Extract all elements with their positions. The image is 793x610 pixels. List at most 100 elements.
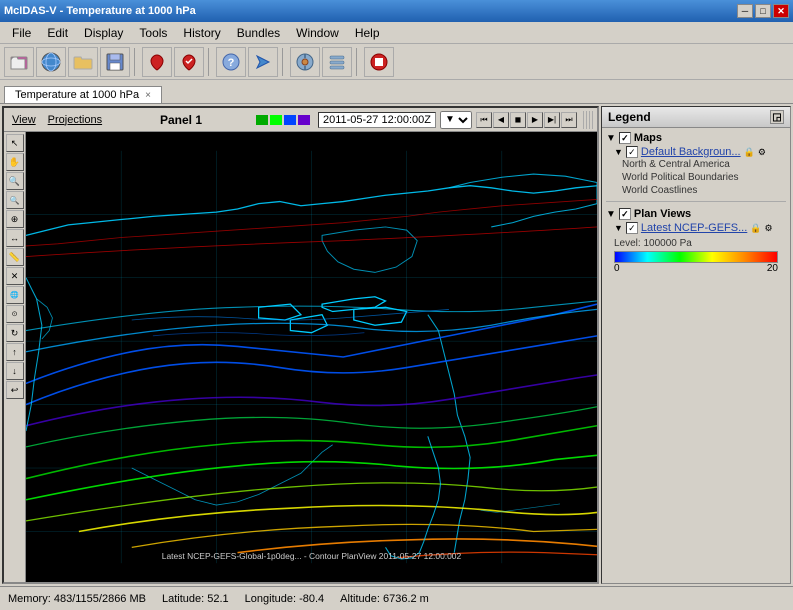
time-dropdown[interactable]: ▼ <box>440 111 472 129</box>
legend-header: Legend ◲ <box>602 107 790 128</box>
time-display[interactable]: 2011-05-27 12:00:00Z <box>318 112 436 128</box>
arrow-up-icon[interactable]: ↑ <box>6 343 24 361</box>
maximize-button[interactable]: □ <box>755 4 771 18</box>
favorite2-button[interactable] <box>174 47 204 77</box>
zoom-in-icon[interactable]: 🔍 <box>6 172 24 190</box>
planviews-label: Plan Views <box>634 208 691 220</box>
menu-window[interactable]: Window <box>288 24 347 42</box>
globe2-icon[interactable]: ⊙ <box>6 305 24 323</box>
map-toolbar: View Projections Panel 1 2011-05-27 12:0… <box>4 108 597 132</box>
arrow-down-icon[interactable]: ↓ <box>6 362 24 380</box>
ruler-icon[interactable]: 📏 <box>6 248 24 266</box>
default-background-row: ▼ ✓ Default Backgroun... 🔒 ⚙ <box>606 146 786 158</box>
folder-open-button[interactable] <box>68 47 98 77</box>
color-bars <box>256 115 310 125</box>
hand-icon[interactable]: ✋ <box>6 153 24 171</box>
window-controls: ─ □ ✕ <box>737 4 789 18</box>
arrow-button[interactable] <box>248 47 278 77</box>
background-expand-icon[interactable]: ▼ <box>614 147 623 157</box>
ncep-settings-icon[interactable]: ⚙ <box>765 223 773 234</box>
play-next-button[interactable]: ▶| <box>544 112 560 128</box>
longitude-status: Longitude: -80.4 <box>245 593 325 605</box>
map-panel: View Projections Panel 1 2011-05-27 12:0… <box>2 106 599 584</box>
color-scale: Level: 100000 Pa 0 20 <box>614 238 778 274</box>
color-scale-numbers: 0 20 <box>614 263 778 274</box>
cursor-icon[interactable]: ↖ <box>6 134 24 152</box>
level-label: Level: 100000 Pa <box>614 238 778 249</box>
play-last-button[interactable]: ⏭ <box>561 112 577 128</box>
toolbar: ? <box>0 44 793 80</box>
background-settings-icon[interactable]: ⚙ <box>758 147 766 158</box>
menu-bundles[interactable]: Bundles <box>229 24 288 42</box>
satellite-button[interactable] <box>290 47 320 77</box>
svg-text:?: ? <box>228 57 235 69</box>
svg-text:Latest NCEP-GEFS-Global-1p0deg: Latest NCEP-GEFS-Global-1p0deg... - Cont… <box>162 551 462 561</box>
world-coastlines: World Coastlines <box>606 184 786 197</box>
color-bar-3 <box>284 115 296 125</box>
memory-status: Memory: 483/1155/2866 MB <box>8 593 146 605</box>
play-button[interactable]: ▶ <box>527 112 543 128</box>
ncep-gefs-row: ▼ ✓ Latest NCEP-GEFS... 🔒 ⚙ <box>606 222 786 234</box>
menu-help[interactable]: Help <box>347 24 388 42</box>
play-prev-button[interactable]: ◀ <box>493 112 509 128</box>
panel-resize-handle[interactable] <box>583 111 593 129</box>
title-bar: McIDAS-V - Temperature at 1000 hPa ─ □ ✕ <box>0 0 793 22</box>
legend-collapse-button[interactable]: ◲ <box>770 110 784 124</box>
planviews-expand-icon[interactable]: ▼ <box>606 209 616 220</box>
play-first-button[interactable]: ⏮ <box>476 112 492 128</box>
help-button[interactable]: ? <box>216 47 246 77</box>
panel-label: Panel 1 <box>110 113 252 127</box>
rotate-icon[interactable]: ↻ <box>6 324 24 342</box>
scale-max: 20 <box>767 263 778 274</box>
pan-icon[interactable]: ↔ <box>6 229 24 247</box>
playback-controls: ⏮ ◀ ◼ ▶ ▶| ⏭ <box>476 112 577 128</box>
maps-checkbox[interactable]: ✓ <box>619 132 631 144</box>
color-bar-2 <box>270 115 282 125</box>
menu-bar: File Edit Display Tools History Bundles … <box>0 22 793 44</box>
zoom-box-icon[interactable]: ⊕ <box>6 210 24 228</box>
menu-edit[interactable]: Edit <box>39 24 76 42</box>
menu-tools[interactable]: Tools <box>131 24 175 42</box>
close-button[interactable]: ✕ <box>773 4 789 18</box>
undo-icon[interactable]: ↩ <box>6 381 24 399</box>
view-menu[interactable]: View <box>8 113 40 127</box>
open-folder-button[interactable] <box>4 47 34 77</box>
latitude-status: Latitude: 52.1 <box>162 593 229 605</box>
map-svg: Latest NCEP-GEFS-Global-1p0deg... - Cont… <box>26 132 597 582</box>
background-checkbox[interactable]: ✓ <box>626 146 638 158</box>
stop-button[interactable] <box>364 47 394 77</box>
ncep-checkbox[interactable]: ✓ <box>626 222 638 234</box>
globe1-icon[interactable]: 🌐 <box>6 286 24 304</box>
maps-expand-icon[interactable]: ▼ <box>606 133 616 144</box>
favorite-button[interactable] <box>142 47 172 77</box>
status-bar: Memory: 483/1155/2866 MB Latitude: 52.1 … <box>0 586 793 610</box>
menu-display[interactable]: Display <box>76 24 131 42</box>
scale-min: 0 <box>614 263 620 274</box>
default-background-link[interactable]: Default Backgroun... <box>641 146 741 158</box>
menu-history[interactable]: History <box>175 24 228 42</box>
earth-button[interactable] <box>36 47 66 77</box>
app-title: McIDAS-V - Temperature at 1000 hPa <box>4 5 196 17</box>
ncep-expand-icon[interactable]: ▼ <box>614 223 623 233</box>
map-canvas[interactable]: Latest NCEP-GEFS-Global-1p0deg... - Cont… <box>26 132 597 582</box>
altitude-status: Altitude: 6736.2 m <box>340 593 429 605</box>
play-stop-button[interactable]: ◼ <box>510 112 526 128</box>
planviews-checkbox[interactable]: ✓ <box>619 208 631 220</box>
tab-close-button[interactable]: × <box>145 90 151 101</box>
ncep-lock-icon: 🔒 <box>750 223 761 234</box>
layers-button[interactable] <box>322 47 352 77</box>
menu-file[interactable]: File <box>4 24 39 42</box>
world-political: World Political Boundaries <box>606 171 786 184</box>
minimize-button[interactable]: ─ <box>737 4 753 18</box>
projections-menu[interactable]: Projections <box>44 113 106 127</box>
main-tab[interactable]: Temperature at 1000 hPa × <box>4 86 162 103</box>
legend-planviews-section: ▼ ✓ Plan Views ▼ ✓ Latest NCEP-GEFS... 🔒… <box>602 204 790 280</box>
planviews-section-header: ▼ ✓ Plan Views <box>606 206 786 222</box>
main-content: View Projections Panel 1 2011-05-27 12:0… <box>0 104 793 586</box>
zoom-out-icon[interactable]: 🔍 <box>6 191 24 209</box>
ncep-gefs-link[interactable]: Latest NCEP-GEFS... <box>641 222 747 234</box>
save-button[interactable] <box>100 47 130 77</box>
maps-section-header: ▼ ✓ Maps <box>606 130 786 146</box>
delete-icon[interactable]: ✕ <box>6 267 24 285</box>
separator-4 <box>356 48 360 76</box>
